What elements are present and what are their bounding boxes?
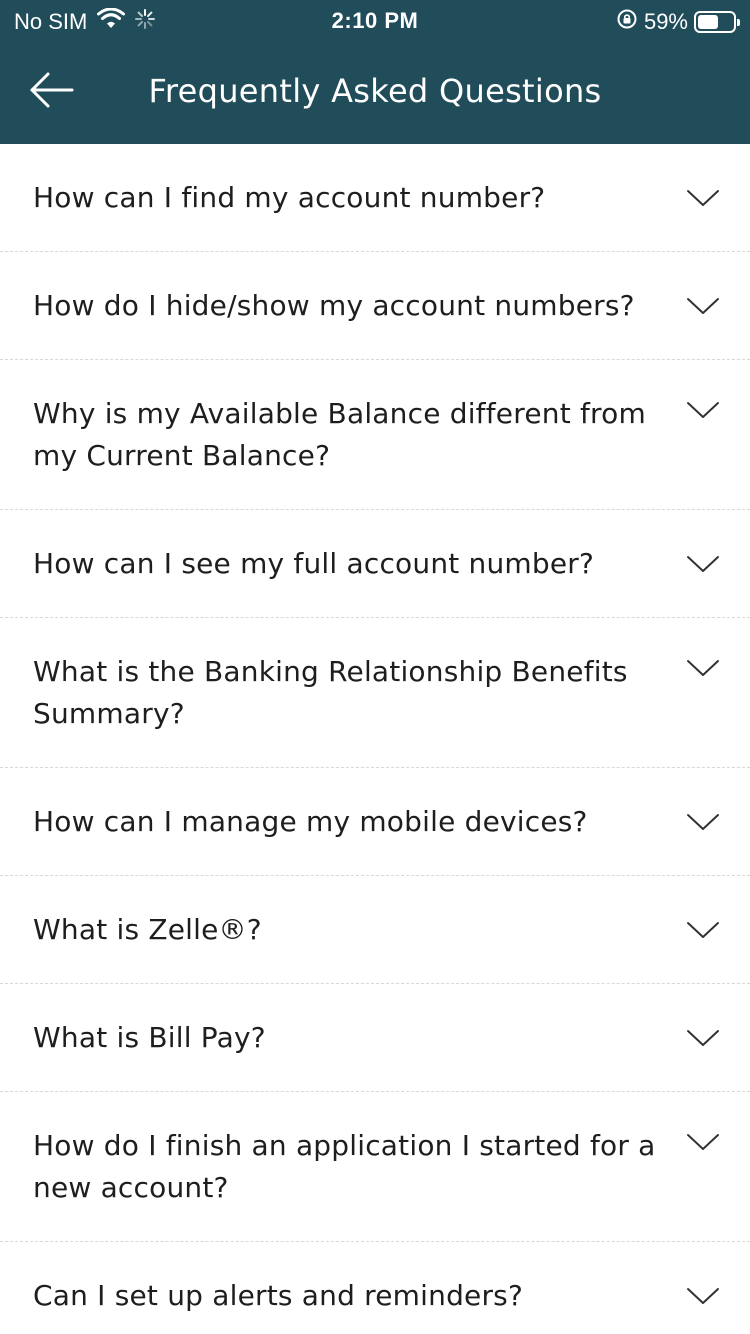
chevron-down-icon [687,1134,719,1150]
faq-question: Why is my Available Balance different fr… [33,396,646,472]
chevron-down-icon [687,922,719,938]
faq-question: What is the Banking Relationship Benefit… [33,654,628,730]
faq-question: Can I set up alerts and reminders? [33,1278,524,1312]
status-bar: No SIM 2:10 PM 59% [0,0,750,40]
battery-level [698,15,719,29]
faq-question: How can I find my account number? [33,180,546,214]
faq-question: How do I hide/show my account numbers? [33,288,635,322]
faq-question: How can I see my full account number? [33,546,595,580]
faq-question: What is Zelle®? [33,912,262,946]
faq-item[interactable]: How do I finish an application I started… [0,1092,750,1242]
faq-list: How can I find my account number? How do… [0,144,750,1334]
faq-item[interactable]: What is Bill Pay? [0,984,750,1092]
faq-item[interactable]: How do I hide/show my account numbers? [0,252,750,360]
chevron-down-icon [687,402,719,418]
faq-item[interactable]: How can I see my full account number? [0,510,750,618]
chevron-down-icon [687,660,719,676]
top-bar: No SIM 2:10 PM 59% Frequently Asked Ques… [0,0,750,144]
chevron-down-icon [687,814,719,830]
battery-percent: 59% [643,9,688,34]
orientation-lock-icon [616,8,638,36]
faq-item[interactable]: How can I find my account number? [0,144,750,252]
chevron-down-icon [687,556,719,572]
faq-item[interactable]: How can I manage my mobile devices? [0,768,750,876]
page-title: Frequently Asked Questions [148,72,602,110]
chevron-down-icon [687,1288,719,1304]
faq-item[interactable]: What is the Banking Relationship Benefit… [0,618,750,768]
status-right: 59% [616,8,740,36]
faq-item[interactable]: What is Zelle®? [0,876,750,984]
faq-question: How do I finish an application I started… [33,1128,656,1204]
chevron-down-icon [687,298,719,314]
faq-question: What is Bill Pay? [33,1020,266,1054]
faq-item[interactable]: Why is my Available Balance different fr… [0,360,750,510]
nav-header: Frequently Asked Questions [0,40,750,144]
chevron-down-icon [687,190,719,206]
battery-icon [694,11,740,33]
chevron-down-icon [687,1030,719,1046]
faq-item[interactable]: Can I set up alerts and reminders? [0,1242,750,1334]
faq-question: How can I manage my mobile devices? [33,804,588,838]
